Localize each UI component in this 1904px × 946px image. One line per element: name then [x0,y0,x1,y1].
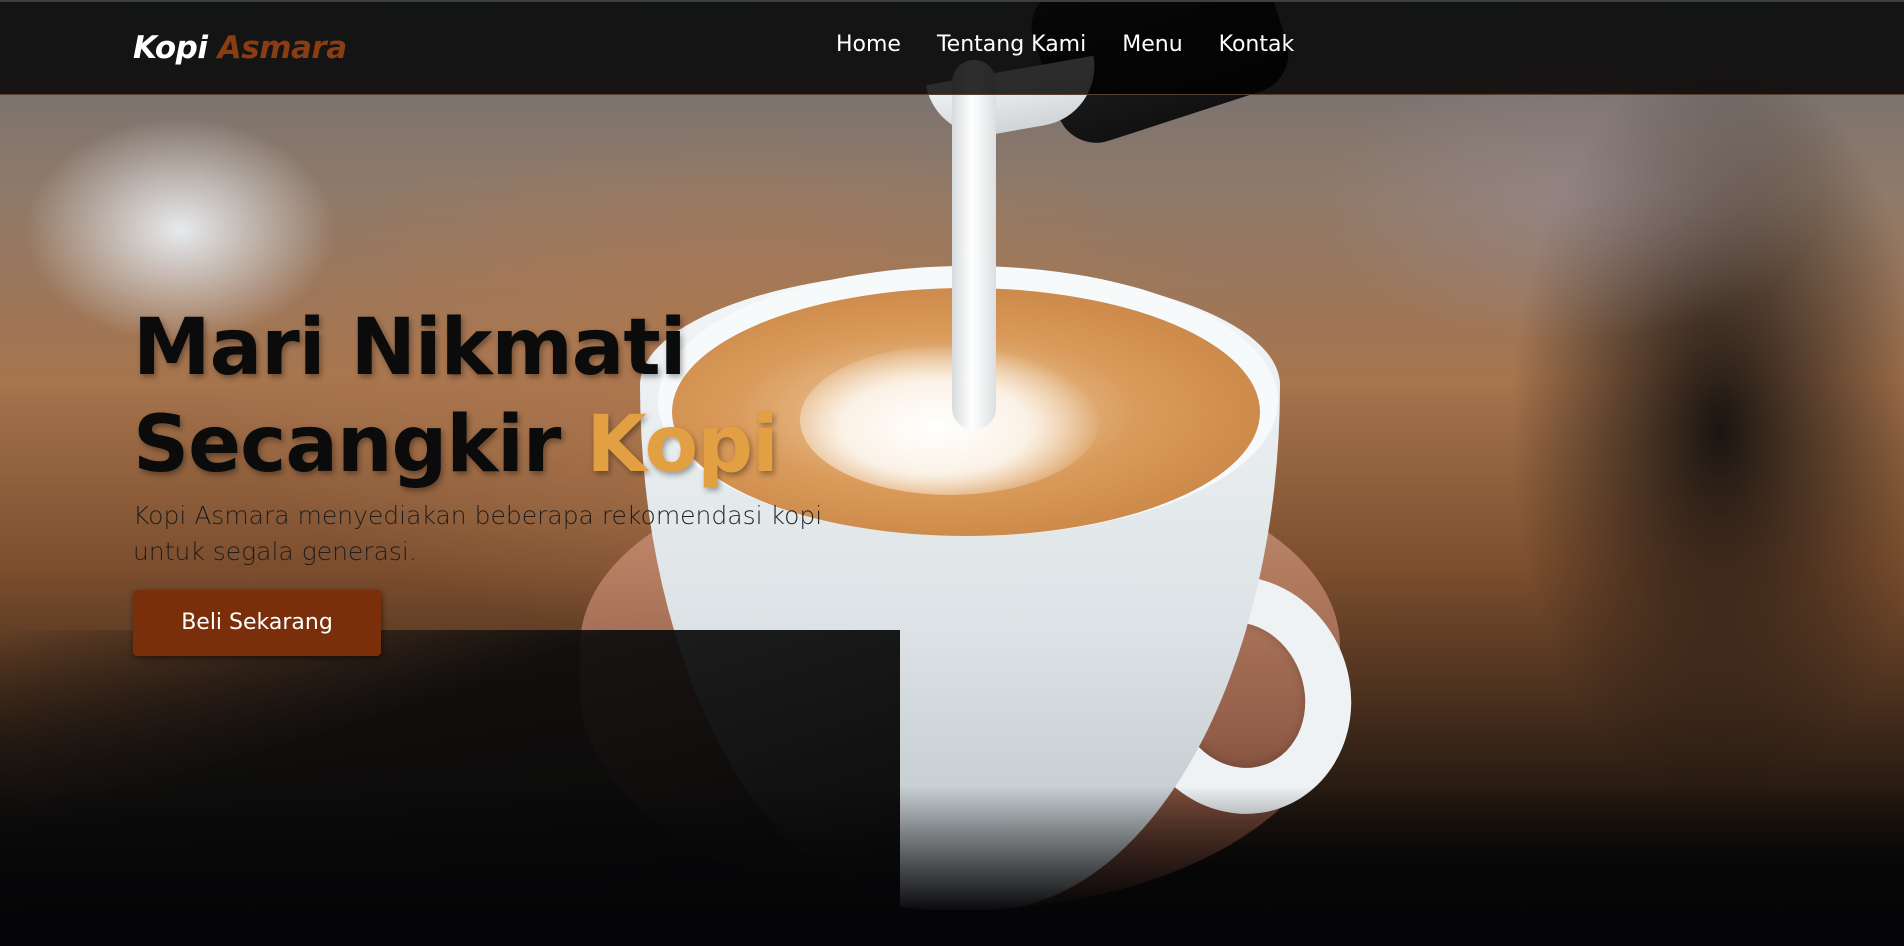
nav-link-menu[interactable]: Menu [1122,30,1182,60]
nav-menu: Home Tentang Kami Menu Kontak [836,30,1294,60]
nav-link-home[interactable]: Home [836,30,901,60]
headline-line-1: Mari Nikmati [133,303,686,393]
brand-logo[interactable]: Kopi Asmara [133,28,347,68]
navbar: Kopi Asmara Home Tentang Kami Menu Konta… [0,0,1904,95]
nav-link-about[interactable]: Tentang Kami [937,30,1086,60]
hero-headline: Mari Nikmati Secangkir Kopi [133,300,893,494]
hero-section: Mari Nikmati Secangkir Kopi Kopi Asmara … [0,0,1904,946]
headline-line-2: Secangkir [133,400,561,490]
hero-subtext: Kopi Asmara menyediakan beberapa rekomen… [133,501,823,566]
nav-link-contact[interactable]: Kontak [1219,30,1295,60]
milk-stream-image [952,60,996,430]
brand-name-main: Kopi [133,30,208,66]
hero-content: Mari Nikmati Secangkir Kopi Kopi Asmara … [133,300,893,656]
background-fade [0,786,1904,946]
brand-name-accent: Asmara [217,30,347,66]
buy-now-button[interactable]: Beli Sekarang [133,590,381,656]
headline-accent-word: Kopi [586,400,779,490]
